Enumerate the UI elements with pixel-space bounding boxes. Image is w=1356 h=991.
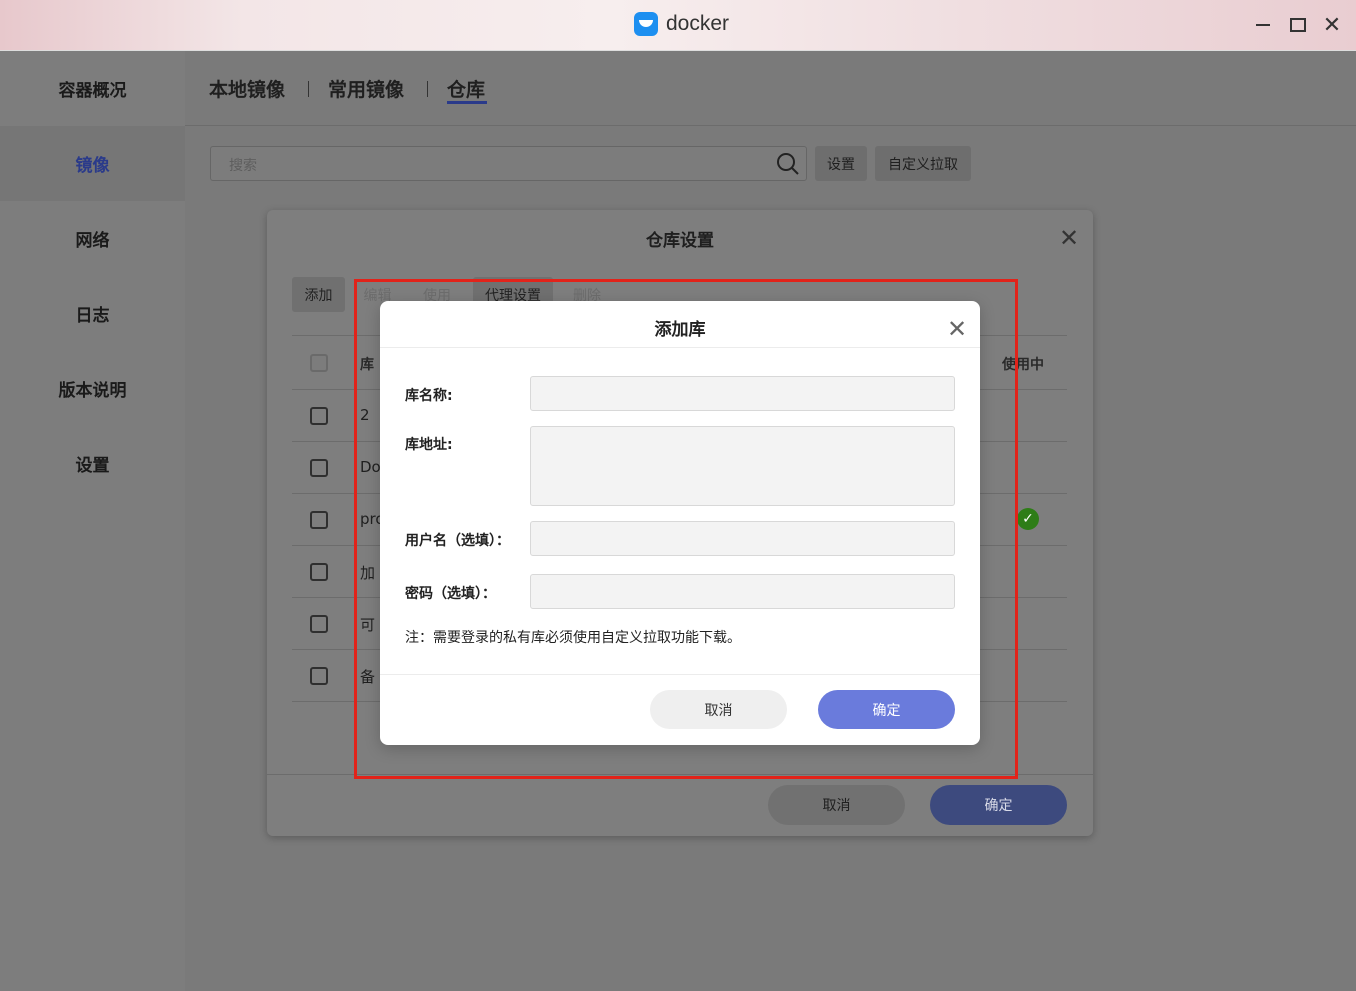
row-checkbox[interactable]: [310, 563, 328, 581]
username-field[interactable]: [530, 521, 955, 556]
private-repo-note: 注：需要登录的私有库必须使用自定义拉取功能下载。: [405, 630, 741, 646]
tab-divider: [308, 81, 309, 97]
repo-url-field[interactable]: [530, 426, 955, 506]
sidebar: 容器概况 镜像 网络 日志 版本说明 设置: [0, 51, 185, 991]
sidebar-item-label: 日志: [75, 306, 110, 326]
sidebar-item-label: 镜像: [75, 156, 110, 176]
repo-modal-cancel-button[interactable]: 取消: [768, 785, 905, 825]
custom-pull-button[interactable]: 自定义拉取: [875, 146, 971, 181]
tab-local-images[interactable]: 本地镜像: [209, 75, 285, 102]
dialog-title: 添加库: [654, 320, 706, 340]
sidebar-item-logs[interactable]: 日志: [0, 276, 185, 351]
close-icon[interactable]: ✕: [947, 315, 967, 343]
row-checkbox[interactable]: [310, 511, 328, 529]
tab-divider: [427, 81, 428, 97]
sidebar-item-label: 网络: [75, 231, 110, 251]
search-icon[interactable]: [776, 152, 800, 176]
sidebar-item-network[interactable]: 网络: [0, 201, 185, 276]
dialog-footer-divider: [380, 674, 980, 675]
repo-modal-confirm-button[interactable]: 确定: [930, 785, 1067, 825]
row-checkbox[interactable]: [310, 459, 328, 477]
tab-common-images[interactable]: 常用镜像: [328, 75, 404, 102]
repo-url-label: 库地址:: [405, 437, 453, 453]
search-input[interactable]: 搜索: [210, 146, 807, 181]
tab-repository[interactable]: 仓库: [447, 75, 485, 102]
settings-button[interactable]: 设置: [815, 146, 867, 181]
docker-logo-icon: [634, 12, 658, 36]
row-checkbox[interactable]: [310, 667, 328, 685]
sidebar-item-settings[interactable]: 设置: [0, 426, 185, 501]
repo-name-label: 库名称:: [405, 388, 453, 404]
active-tab-indicator: [447, 101, 487, 104]
dialog-header-divider: [380, 347, 980, 348]
cancel-button[interactable]: 取消: [650, 690, 787, 729]
close-icon[interactable]: ✕: [1059, 224, 1079, 252]
search-placeholder: 搜索: [229, 158, 257, 174]
row-checkbox[interactable]: [310, 615, 328, 633]
repo-name-field[interactable]: [530, 376, 955, 411]
maximize-icon[interactable]: [1288, 15, 1308, 35]
password-field[interactable]: [530, 574, 955, 609]
add-repo-dialog: 添加库 ✕ 库名称: 库地址: 用户名（选填）： 密码（选填）： 注：需要登录的…: [380, 301, 980, 745]
select-all-checkbox[interactable]: [310, 354, 328, 372]
sidebar-item-release-notes[interactable]: 版本说明: [0, 351, 185, 426]
password-label: 密码（选填）：: [405, 586, 496, 602]
app-title-group: docker: [634, 12, 729, 36]
app-title: docker: [666, 12, 730, 35]
sidebar-item-label: 设置: [75, 456, 110, 476]
row-checkbox[interactable]: [310, 407, 328, 425]
title-bar: docker ✕: [0, 0, 1356, 51]
sidebar-item-label: 容器概况: [58, 81, 127, 101]
in-use-check-icon: ✓: [1017, 508, 1039, 530]
add-repo-button[interactable]: 添加: [292, 277, 345, 312]
tab-bar: 本地镜像 常用镜像 仓库: [185, 51, 1356, 126]
confirm-button[interactable]: 确定: [818, 690, 955, 729]
minimize-icon[interactable]: [1253, 15, 1273, 35]
sidebar-item-label: 版本说明: [58, 381, 127, 401]
repo-modal-title: 仓库设置: [646, 231, 714, 251]
window-close-icon[interactable]: ✕: [1322, 13, 1342, 38]
sidebar-item-images[interactable]: 镜像: [0, 126, 185, 201]
username-label: 用户名（选填）：: [405, 533, 510, 549]
sidebar-item-overview[interactable]: 容器概况: [0, 51, 185, 126]
